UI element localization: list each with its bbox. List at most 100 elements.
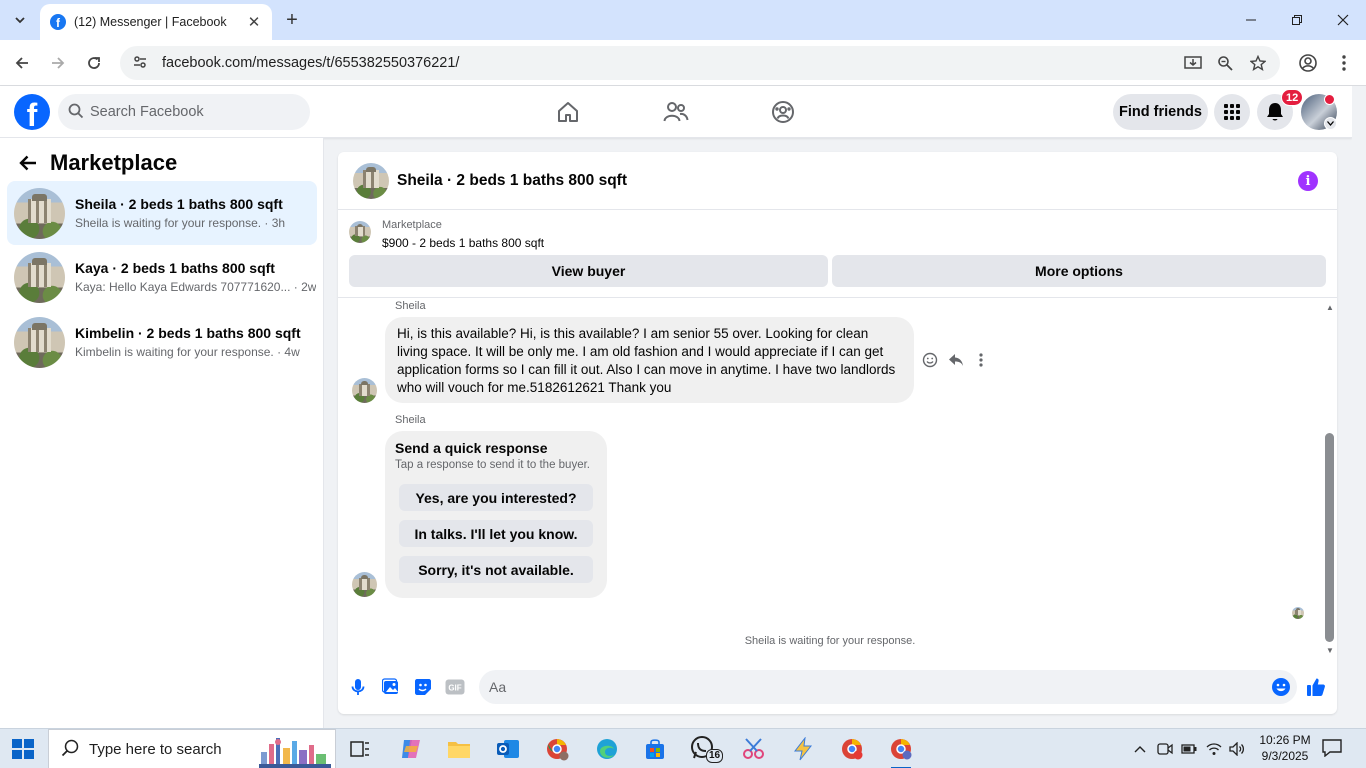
new-tab-icon[interactable]: + (280, 8, 304, 32)
tray-chevron-up-icon[interactable] (1130, 739, 1150, 759)
snipping-tool-icon[interactable] (740, 735, 768, 763)
city-skyline-icon (259, 738, 331, 768)
quick-response-card: Send a quick response Tap a response to … (385, 431, 607, 598)
gif-icon[interactable]: GIF (444, 676, 466, 698)
conversation-item-kimbelin[interactable]: Kimbelin · 2 beds 1 baths 800 sqft Kimbe… (7, 310, 317, 374)
task-view-icon[interactable] (346, 735, 374, 763)
url-text[interactable]: facebook.com/messages/t/655382550376221/ (162, 55, 459, 71)
sender-avatar[interactable] (352, 378, 377, 403)
tab-search-chevron-icon[interactable] (8, 8, 32, 32)
conversation-item-sheila[interactable]: Sheila · 2 beds 1 baths 800 sqft Sheila … (7, 181, 317, 245)
tab-close-icon[interactable]: ✕ (246, 14, 262, 31)
facebook-logo-icon[interactable]: f (14, 94, 50, 131)
microphone-icon[interactable] (347, 676, 369, 698)
taskbar-search-box[interactable]: Type here to search (48, 729, 336, 768)
listing-thumbnail[interactable] (349, 221, 371, 243)
facebook-search-input[interactable] (90, 104, 290, 120)
scroll-up-arrow-icon[interactable]: ▲ (1323, 302, 1337, 312)
clock-time: 10:26 PM (1259, 733, 1311, 747)
install-app-icon[interactable] (1184, 54, 1202, 72)
chat-title[interactable]: Sheila · 2 beds 1 baths 800 sqft (397, 172, 627, 190)
reload-icon[interactable] (82, 51, 106, 75)
chrome-icon[interactable] (838, 735, 866, 763)
more-options-button[interactable]: More options (832, 255, 1326, 287)
quick-response-yes-button[interactable]: Yes, are you interested? (399, 484, 593, 511)
conversation-name: Sheila · 2 beds 1 baths 800 sqft (75, 196, 283, 212)
battery-icon[interactable] (1179, 739, 1199, 759)
notification-count-badge: 12 (1281, 89, 1304, 106)
volume-icon[interactable] (1227, 739, 1247, 759)
whatsapp-icon[interactable]: 16 (690, 735, 724, 763)
tab-title: (12) Messenger | Facebook (74, 15, 227, 29)
microsoft-store-icon[interactable] (641, 735, 669, 763)
taskbar-search-placeholder: Type here to search (89, 740, 222, 758)
waiting-response-note: Sheila is waiting for your response. (744, 635, 916, 647)
restore-window-icon[interactable] (1274, 0, 1320, 40)
reply-icon[interactable] (946, 350, 966, 370)
react-smiley-icon[interactable] (920, 350, 940, 370)
chrome-active-icon[interactable] (887, 735, 915, 768)
quick-response-not-available-button[interactable]: Sorry, it's not available. (399, 556, 593, 583)
wifi-icon[interactable] (1204, 739, 1224, 759)
address-bar[interactable]: facebook.com/messages/t/655382550376221/ (120, 46, 1280, 80)
message-input-box[interactable] (479, 670, 1297, 704)
conversation-preview: Kimbelin is waiting for your response. ·… (75, 345, 300, 359)
chat-scrollbar-thumb[interactable] (1325, 433, 1334, 642)
view-buyer-button[interactable]: View buyer (349, 255, 828, 287)
back-arrow-icon[interactable] (10, 51, 34, 75)
friends-icon[interactable] (662, 98, 690, 126)
listing-summary-text[interactable]: $900 - 2 beds 1 baths 800 sqft (382, 236, 544, 250)
home-icon[interactable] (554, 98, 582, 126)
chat-listing-avatar[interactable] (353, 162, 389, 199)
profile-chevron-down-icon[interactable] (1324, 117, 1337, 130)
bookmark-star-icon[interactable] (1249, 54, 1267, 72)
search-icon (61, 739, 79, 760)
emoji-icon[interactable] (1270, 676, 1292, 698)
like-thumbs-up-icon[interactable] (1305, 676, 1327, 698)
site-settings-icon[interactable] (132, 54, 148, 73)
seen-receipt-avatar (1292, 607, 1304, 619)
zoom-icon[interactable] (1216, 54, 1234, 72)
sender-avatar[interactable] (352, 572, 377, 597)
quick-response-in-talks-button[interactable]: In talks. I'll let you know. (399, 520, 593, 547)
browser-tab-messenger[interactable]: f (12) Messenger | Facebook ✕ (40, 4, 272, 40)
outlook-icon[interactable] (494, 735, 522, 763)
system-clock[interactable]: 10:26 PM 9/3/2025 (1254, 732, 1316, 764)
minimize-window-icon[interactable] (1228, 0, 1274, 40)
edge-browser-icon[interactable] (593, 735, 621, 763)
menu-grid-icon[interactable] (1214, 94, 1250, 130)
sticker-icon[interactable] (412, 676, 434, 698)
chat-panel: Sheila · 2 beds 1 baths 800 sqft i Marke… (338, 152, 1337, 714)
file-explorer-icon[interactable] (445, 735, 473, 763)
page-scrollbar[interactable] (1352, 86, 1366, 728)
chat-header: Sheila · 2 beds 1 baths 800 sqft i (338, 152, 1337, 210)
listing-house-avatar (14, 187, 65, 239)
close-window-icon[interactable] (1320, 0, 1366, 40)
browser-toolbar: facebook.com/messages/t/655382550376221/ (0, 40, 1366, 86)
photo-icon[interactable] (380, 676, 402, 698)
conversation-name: Kaya · 2 beds 1 baths 800 sqft (75, 260, 275, 276)
meet-now-icon[interactable] (1155, 739, 1175, 759)
quick-response-subtitle: Tap a response to send it to the buyer. (395, 459, 590, 471)
whatsapp-unread-badge: 16 (706, 749, 724, 763)
forward-arrow-icon[interactable] (46, 51, 70, 75)
groups-icon[interactable] (769, 98, 797, 126)
info-icon[interactable]: i (1298, 171, 1318, 191)
copilot-icon[interactable] (397, 735, 425, 763)
notification-center-icon[interactable] (1322, 739, 1344, 759)
message-input[interactable] (489, 679, 1259, 695)
back-arrow-icon[interactable] (16, 151, 40, 175)
chrome-profile-icon[interactable] (1296, 51, 1320, 75)
search-icon (68, 103, 84, 122)
chrome-menu-icon[interactable] (1332, 51, 1356, 75)
scroll-down-arrow-icon[interactable]: ▼ (1323, 645, 1337, 655)
conversation-item-kaya[interactable]: Kaya · 2 beds 1 baths 800 sqft Kaya: Hel… (7, 245, 317, 309)
windows-start-icon[interactable] (12, 739, 34, 759)
message-bubble[interactable]: Hi, is this available? Hi, is this avail… (385, 317, 914, 403)
conversation-name: Kimbelin · 2 beds 1 baths 800 sqft (75, 325, 301, 341)
power-automate-icon[interactable] (789, 735, 817, 763)
facebook-search-box[interactable] (58, 94, 310, 130)
find-friends-button[interactable]: Find friends (1113, 94, 1208, 130)
more-actions-icon[interactable] (971, 350, 991, 370)
chrome-profile-s-icon[interactable] (543, 735, 571, 763)
